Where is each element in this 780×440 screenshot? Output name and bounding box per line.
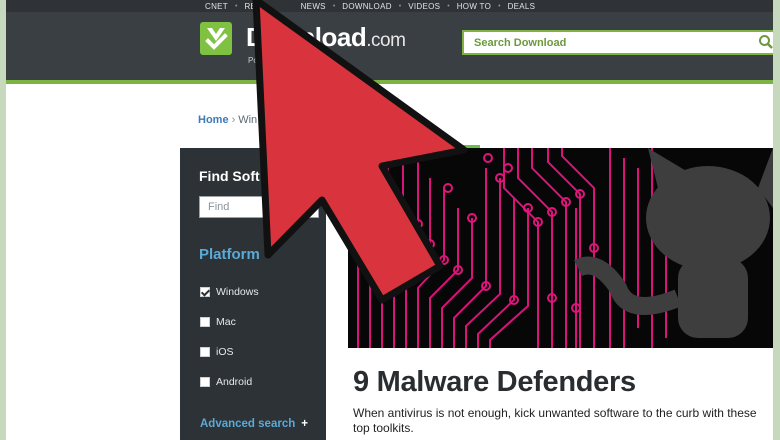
platform-label: Windows	[216, 286, 259, 298]
logo-dotcom: .com	[366, 30, 406, 51]
nav-news[interactable]: NEWS	[294, 2, 333, 11]
breadcrumb: Home › Win	[198, 114, 257, 126]
platform-label: iOS	[216, 346, 234, 358]
download-check-icon[interactable]	[200, 22, 232, 55]
breadcrumb-home-link[interactable]: Home	[198, 114, 229, 126]
circuit-board-illustration	[348, 148, 773, 348]
breadcrumb-arrow-icon: ›	[231, 114, 236, 126]
logo-tagline: Pow	[248, 56, 264, 65]
search-icon[interactable]	[758, 34, 773, 50]
header-accent-line	[6, 80, 773, 84]
sidebar-title: Find Soft	[199, 168, 260, 184]
nav-cnet[interactable]: CNET	[198, 2, 235, 11]
find-software-sidebar: Find Soft Platform Windows Mac iOS Andro…	[180, 148, 326, 440]
article-headline[interactable]: 9 Malware Defenders	[353, 366, 636, 399]
search-input[interactable]	[464, 32, 744, 53]
plus-icon: +	[301, 418, 308, 430]
article-description: When antivirus is not enough, kick unwan…	[353, 406, 757, 435]
search-bar	[462, 30, 773, 55]
advanced-search-link[interactable]: Advanced search +	[200, 418, 308, 430]
top-nav-items: CNET • RE • NEWS • DOWNLOAD • VIDEOS • HOW TO…	[198, 0, 542, 12]
find-input[interactable]	[199, 196, 319, 218]
platform-option-mac[interactable]: Mac	[200, 316, 236, 328]
logo-wordmark: Download	[246, 22, 367, 52]
ios-checkbox[interactable]	[200, 347, 210, 357]
platform-option-windows[interactable]: Windows	[200, 286, 259, 298]
nav-reviews[interactable]: RE	[237, 2, 263, 11]
platform-option-ios[interactable]: iOS	[200, 346, 234, 358]
platform-label: Mac	[216, 316, 236, 328]
nav-deals[interactable]: DEALS	[501, 2, 543, 11]
advanced-search-label: Advanced search	[200, 418, 296, 430]
site-logo[interactable]: Download.com	[246, 22, 406, 53]
top-navigation-bar: CNET • RE • NEWS • DOWNLOAD • VIDEOS • HOW TO…	[6, 0, 773, 12]
platform-label: Android	[216, 376, 253, 388]
featured-banner-image[interactable]	[348, 148, 773, 348]
mac-checkbox[interactable]	[200, 317, 210, 327]
android-checkbox[interactable]	[200, 377, 210, 387]
nav-download[interactable]: DOWNLOAD	[335, 2, 399, 11]
browser-page: CNET • RE • NEWS • DOWNLOAD • VIDEOS • HOW TO…	[6, 0, 773, 440]
nav-how-to[interactable]: HOW TO	[450, 2, 498, 11]
platform-heading: Platform	[199, 246, 260, 263]
nav-separator: •	[263, 2, 266, 10]
nav-videos[interactable]: VIDEOS	[401, 2, 447, 11]
breadcrumb-current[interactable]: Win	[238, 114, 257, 126]
platform-option-android[interactable]: Android	[200, 376, 252, 388]
windows-checkbox[interactable]	[200, 287, 210, 297]
